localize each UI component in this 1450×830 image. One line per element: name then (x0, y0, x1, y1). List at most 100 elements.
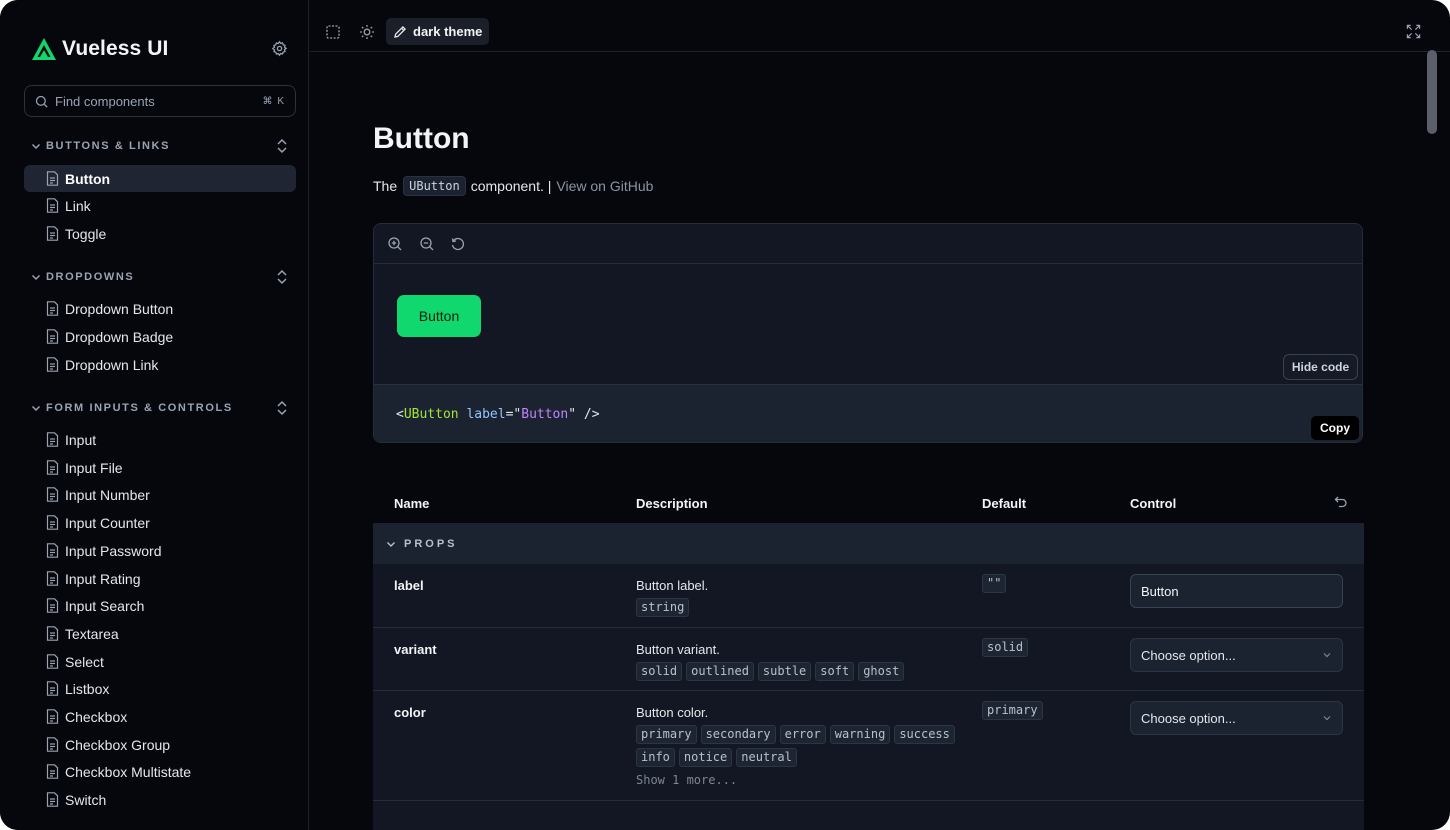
fullscreen-icon[interactable] (1406, 24, 1421, 39)
nav-group-form-inputs[interactable]: FORM INPUTS & CONTROLS (24, 398, 296, 418)
sidebar-item-label: Select (65, 653, 104, 670)
document-icon (46, 598, 59, 613)
preview-panel: Button Hide code <UButton label="Button"… (373, 223, 1363, 443)
document-icon (46, 654, 59, 669)
nav-group-title: DROPDOWNS (46, 271, 135, 283)
color-control-select[interactable]: Choose option... (1130, 701, 1343, 735)
props-section-header[interactable]: PROPS (373, 523, 1364, 564)
document-icon (46, 432, 59, 447)
type-chip: string (636, 598, 690, 617)
prop-name: variant (394, 642, 437, 657)
code-bracket: < (396, 407, 404, 422)
document-icon (46, 301, 59, 316)
type-chip: secondary (700, 725, 776, 744)
prop-types: string (636, 598, 956, 617)
prop-types: solid outlined subtle soft ghost (636, 662, 956, 681)
column-header-name: Name (394, 496, 430, 511)
sidebar-item-select[interactable]: Select (24, 648, 296, 675)
expand-collapse-icon[interactable] (275, 137, 289, 155)
nav-group-dropdowns[interactable]: DROPDOWNS (24, 267, 296, 287)
document-icon (46, 329, 59, 344)
type-chip: ghost (858, 662, 905, 681)
column-header-description: Description (636, 496, 708, 511)
sidebar-item-checkbox-multistate[interactable]: Checkbox Multistate (24, 758, 296, 785)
select-placeholder: Choose option... (1141, 647, 1236, 663)
scrollbar-thumb[interactable] (1427, 50, 1437, 134)
sidebar-item-input-rating[interactable]: Input Rating (24, 565, 296, 592)
brand[interactable]: Vueless UI (31, 36, 168, 62)
document-icon (46, 737, 59, 752)
sidebar-item-link[interactable]: Link (24, 192, 296, 219)
expand-collapse-icon[interactable] (275, 399, 289, 417)
select-placeholder: Choose option... (1141, 710, 1236, 726)
code-attr: label (466, 407, 506, 422)
prop-types: primary secondary error warning success … (636, 725, 956, 767)
sidebar-item-label: Input Rating (65, 570, 141, 587)
nav-group-title: FORM INPUTS & CONTROLS (46, 402, 233, 414)
sidebar-item-label: Dropdown Badge (65, 328, 174, 345)
variant-control-select[interactable]: Choose option... (1130, 638, 1343, 672)
sidebar-item-dropdown-link[interactable]: Dropdown Link (24, 351, 296, 378)
sidebar: Vueless UI ⌘ K BUTTONS & LINKS Button Li… (0, 0, 309, 830)
type-chip: notice (678, 748, 733, 767)
chevron-down-icon (1323, 716, 1331, 721)
document-icon (46, 226, 59, 241)
sidebar-item-label: Toggle (65, 225, 107, 242)
column-header-control: Control (1130, 496, 1177, 511)
chevron-down-icon (31, 274, 41, 281)
sidebar-item-dropdown-button[interactable]: Dropdown Button (24, 295, 296, 322)
sidebar-item-switch[interactable]: Switch (24, 786, 296, 813)
zoom-out-icon[interactable] (419, 236, 435, 252)
sidebar-item-button[interactable]: Button (24, 165, 296, 192)
nav-group-buttons-links[interactable]: BUTTONS & LINKS (24, 136, 296, 156)
sidebar-item-textarea[interactable]: Textarea (24, 620, 296, 647)
prop-description: Button color. (636, 705, 709, 720)
reset-zoom-icon[interactable] (450, 236, 466, 252)
sidebar-item-label: Textarea (65, 625, 119, 642)
label-control-input[interactable] (1130, 574, 1343, 608)
sidebar-item-input-number[interactable]: Input Number (24, 481, 296, 508)
app-window: Vueless UI ⌘ K BUTTONS & LINKS Button Li… (0, 0, 1450, 830)
outline-toggle-icon[interactable] (325, 24, 341, 40)
search-input[interactable] (55, 93, 263, 109)
sidebar-item-label: Input Number (65, 486, 150, 503)
code-tag: UButton (403, 407, 459, 422)
page-subtitle: The UButton component. | View on GitHub (373, 176, 653, 196)
search-box[interactable]: ⌘ K (24, 85, 296, 117)
sidebar-item-toggle[interactable]: Toggle (24, 220, 296, 247)
show-more-link[interactable]: Show 1 more... (636, 773, 737, 787)
gear-icon[interactable] (271, 40, 288, 57)
zoom-in-icon[interactable] (387, 236, 403, 252)
sidebar-item-input[interactable]: Input (24, 426, 296, 453)
expand-collapse-icon[interactable] (275, 268, 289, 286)
sidebar-item-listbox[interactable]: Listbox (24, 675, 296, 702)
theme-button[interactable]: dark theme (386, 18, 490, 45)
prop-description: Button label. (636, 578, 709, 593)
sidebar-item-input-search[interactable]: Input Search (24, 592, 296, 619)
scrollbar-track[interactable] (1426, 52, 1438, 830)
sidebar-item-label: Button (65, 170, 111, 187)
prop-name: color (394, 705, 426, 720)
copy-button[interactable]: Copy (1311, 416, 1359, 440)
github-link[interactable]: View on GitHub (556, 178, 653, 194)
sidebar-item-input-file[interactable]: Input File (24, 454, 296, 481)
code-equals: =" (505, 407, 522, 422)
demo-button[interactable]: Button (397, 295, 481, 337)
sidebar-item-checkbox-group[interactable]: Checkbox Group (24, 731, 296, 758)
chevron-down-icon (31, 405, 41, 412)
document-icon (46, 198, 59, 213)
hide-code-button[interactable]: Hide code (1283, 354, 1358, 380)
sun-icon[interactable] (359, 24, 375, 40)
document-icon (46, 543, 59, 558)
sidebar-item-input-counter[interactable]: Input Counter (24, 509, 296, 536)
subtitle-suffix: component. | (470, 178, 552, 194)
sidebar-item-checkbox[interactable]: Checkbox (24, 703, 296, 730)
sidebar-item-input-password[interactable]: Input Password (24, 537, 296, 564)
undo-icon[interactable] (1334, 495, 1348, 509)
sidebar-item-label: Switch (65, 791, 107, 808)
sidebar-item-dropdown-badge[interactable]: Dropdown Badge (24, 323, 296, 350)
sidebar-item-label: Input Password (65, 542, 162, 559)
sidebar-item-label: Input File (65, 459, 123, 476)
vueless-logo-icon (32, 38, 56, 60)
document-icon (46, 792, 59, 807)
